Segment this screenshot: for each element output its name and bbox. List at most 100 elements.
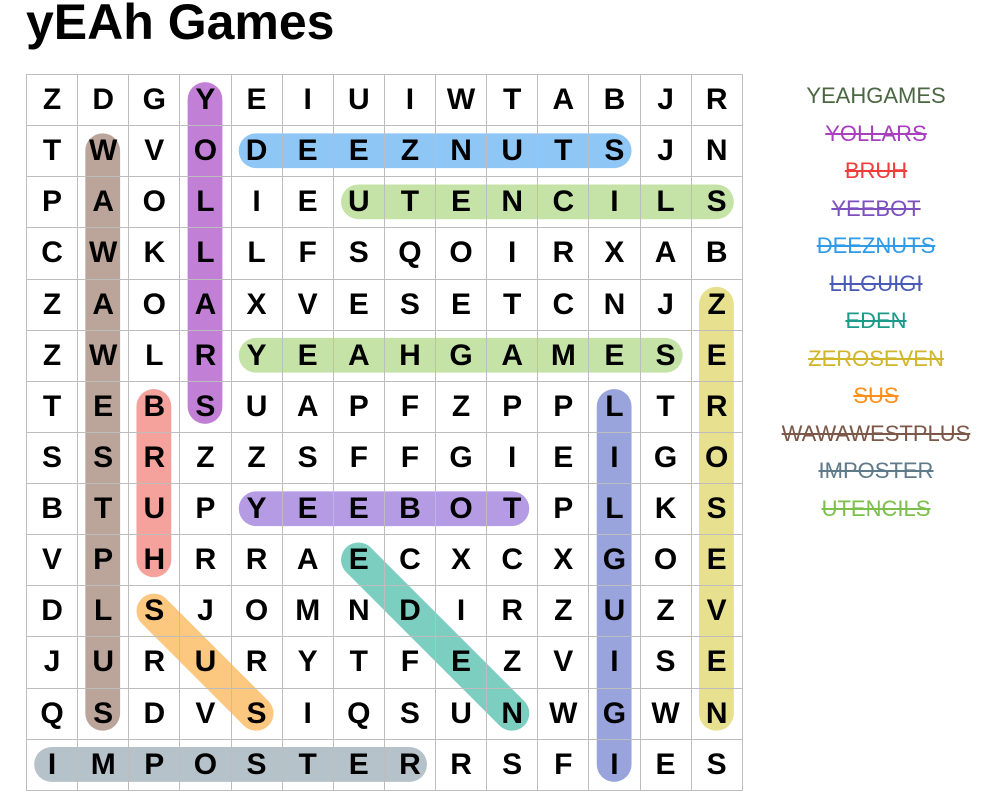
grid-cell[interactable]: E bbox=[436, 279, 488, 331]
grid-cell[interactable]: A bbox=[78, 177, 130, 229]
grid-cell[interactable]: O bbox=[129, 279, 181, 331]
grid-cell[interactable]: C bbox=[487, 535, 539, 587]
grid-cell[interactable]: L bbox=[180, 177, 232, 229]
grid-cell[interactable]: N bbox=[691, 688, 743, 740]
grid-cell[interactable]: C bbox=[538, 177, 590, 229]
grid-cell[interactable]: I bbox=[589, 432, 641, 484]
grid-cell[interactable]: E bbox=[333, 126, 385, 178]
grid-cell[interactable]: L bbox=[640, 177, 692, 229]
grid-cell[interactable]: R bbox=[487, 586, 539, 638]
grid-cell[interactable]: U bbox=[78, 637, 130, 689]
grid-cell[interactable]: P bbox=[538, 381, 590, 433]
grid-cell[interactable]: A bbox=[333, 330, 385, 382]
grid-cell[interactable]: Y bbox=[180, 75, 232, 127]
grid-cell[interactable]: U bbox=[333, 177, 385, 229]
grid-cell[interactable]: V bbox=[538, 637, 590, 689]
grid-cell[interactable]: P bbox=[180, 484, 232, 536]
grid-cell[interactable]: E bbox=[691, 330, 743, 382]
grid-cell[interactable]: R bbox=[691, 75, 743, 127]
grid-cell[interactable]: K bbox=[129, 228, 181, 280]
grid-cell[interactable]: Z bbox=[27, 279, 79, 331]
grid-cell[interactable]: U bbox=[589, 586, 641, 638]
grid-cell[interactable]: L bbox=[180, 228, 232, 280]
grid-cell[interactable]: A bbox=[78, 279, 130, 331]
grid-cell[interactable]: J bbox=[640, 279, 692, 331]
grid-cell[interactable]: I bbox=[589, 637, 641, 689]
grid-cell[interactable]: A bbox=[282, 381, 334, 433]
grid-cell[interactable]: E bbox=[691, 637, 743, 689]
grid-cell[interactable]: I bbox=[282, 75, 334, 127]
grid-cell[interactable]: U bbox=[333, 75, 385, 127]
grid-cell[interactable]: T bbox=[27, 126, 79, 178]
grid-cell[interactable]: E bbox=[333, 279, 385, 331]
grid-cell[interactable]: E bbox=[333, 739, 385, 791]
grid-cell[interactable]: O bbox=[129, 177, 181, 229]
grid-cell[interactable]: I bbox=[487, 432, 539, 484]
grid-cell[interactable]: E bbox=[333, 535, 385, 587]
grid-cell[interactable]: W bbox=[78, 228, 130, 280]
grid-cell[interactable]: U bbox=[231, 381, 283, 433]
grid-cell[interactable]: U bbox=[436, 688, 488, 740]
grid-cell[interactable]: X bbox=[436, 535, 488, 587]
grid-cell[interactable]: L bbox=[78, 586, 130, 638]
grid-cell[interactable]: E bbox=[436, 637, 488, 689]
grid-cell[interactable]: A bbox=[487, 330, 539, 382]
grid-cell[interactable]: Y bbox=[231, 484, 283, 536]
grid-cell[interactable]: S bbox=[640, 637, 692, 689]
grid-cell[interactable]: A bbox=[538, 75, 590, 127]
grid-cell[interactable]: R bbox=[129, 432, 181, 484]
grid-cell[interactable]: C bbox=[27, 228, 79, 280]
grid-cell[interactable]: A bbox=[180, 279, 232, 331]
grid-cell[interactable]: K bbox=[640, 484, 692, 536]
grid-cell[interactable]: S bbox=[180, 381, 232, 433]
grid-cell[interactable]: J bbox=[640, 126, 692, 178]
grid-cell[interactable]: S bbox=[78, 688, 130, 740]
grid-cell[interactable]: Z bbox=[27, 75, 79, 127]
grid-cell[interactable]: P bbox=[538, 484, 590, 536]
grid-cell[interactable]: G bbox=[436, 330, 488, 382]
grid-cell[interactable]: B bbox=[691, 228, 743, 280]
grid-cell[interactable]: T bbox=[487, 484, 539, 536]
grid-cell[interactable]: X bbox=[589, 228, 641, 280]
grid-cell[interactable]: E bbox=[589, 330, 641, 382]
grid-cell[interactable]: S bbox=[129, 586, 181, 638]
grid-cell[interactable]: F bbox=[384, 432, 436, 484]
grid-cell[interactable]: F bbox=[333, 432, 385, 484]
grid-cell[interactable]: T bbox=[640, 381, 692, 433]
grid-cell[interactable]: Z bbox=[27, 330, 79, 382]
grid-cell[interactable]: O bbox=[436, 228, 488, 280]
grid-cell[interactable]: I bbox=[589, 177, 641, 229]
grid-cell[interactable]: W bbox=[78, 330, 130, 382]
grid-cell[interactable]: R bbox=[231, 535, 283, 587]
grid-cell[interactable]: B bbox=[589, 75, 641, 127]
grid-cell[interactable]: W bbox=[640, 688, 692, 740]
grid-cell[interactable]: C bbox=[384, 535, 436, 587]
grid-cell[interactable]: W bbox=[78, 126, 130, 178]
grid-cell[interactable]: J bbox=[640, 75, 692, 127]
grid-cell[interactable]: S bbox=[384, 688, 436, 740]
grid-cell[interactable]: S bbox=[78, 432, 130, 484]
grid-cell[interactable]: O bbox=[180, 126, 232, 178]
grid-cell[interactable]: S bbox=[384, 279, 436, 331]
grid-cell[interactable]: U bbox=[487, 126, 539, 178]
grid-cell[interactable]: E bbox=[78, 381, 130, 433]
grid-cell[interactable]: M bbox=[78, 739, 130, 791]
grid-cell[interactable]: Z bbox=[691, 279, 743, 331]
grid-cell[interactable]: G bbox=[589, 535, 641, 587]
grid-cell[interactable]: Z bbox=[538, 586, 590, 638]
grid-cell[interactable]: X bbox=[538, 535, 590, 587]
grid-cell[interactable]: N bbox=[436, 126, 488, 178]
grid-cell[interactable]: S bbox=[691, 739, 743, 791]
grid-cell[interactable]: Z bbox=[231, 432, 283, 484]
grid-cell[interactable]: T bbox=[487, 279, 539, 331]
grid-cell[interactable]: T bbox=[282, 739, 334, 791]
grid-cell[interactable]: P bbox=[487, 381, 539, 433]
grid-cell[interactable]: E bbox=[231, 75, 283, 127]
grid-cell[interactable]: Y bbox=[231, 330, 283, 382]
grid-cell[interactable]: Q bbox=[333, 688, 385, 740]
grid-cell[interactable]: R bbox=[180, 535, 232, 587]
grid-cell[interactable]: M bbox=[282, 586, 334, 638]
grid-cell[interactable]: W bbox=[538, 688, 590, 740]
grid-cell[interactable]: J bbox=[180, 586, 232, 638]
grid-cell[interactable]: G bbox=[640, 432, 692, 484]
